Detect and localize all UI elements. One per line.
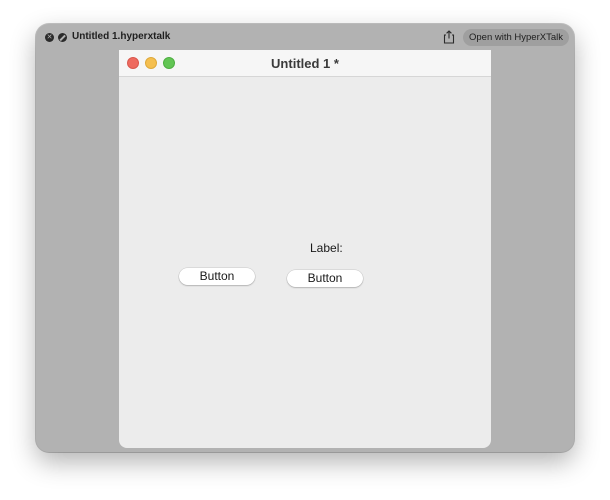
share-icon[interactable] bbox=[443, 30, 455, 44]
quicklook-window: ✕ Untitled 1.hyperxtalk Open with HyperX… bbox=[36, 24, 574, 452]
close-icon[interactable]: ✕ bbox=[45, 33, 54, 42]
quicklook-titlebar: ✕ Untitled 1.hyperxtalk Open with HyperX… bbox=[36, 24, 574, 50]
card-canvas: Label: Button Button bbox=[119, 77, 491, 448]
quicklook-filename: Untitled 1.hyperxtalk bbox=[72, 31, 171, 42]
block-icon[interactable] bbox=[58, 33, 67, 42]
app-titlebar: Untitled 1 * bbox=[119, 50, 491, 77]
app-window: Untitled 1 * Label: Button Button bbox=[119, 50, 491, 448]
button-2[interactable]: Button bbox=[287, 270, 363, 287]
window-title: Untitled 1 * bbox=[271, 56, 339, 71]
button-1[interactable]: Button bbox=[179, 268, 255, 285]
open-with-button[interactable]: Open with HyperXTalk bbox=[463, 29, 569, 46]
field-label: Label: bbox=[310, 241, 343, 255]
